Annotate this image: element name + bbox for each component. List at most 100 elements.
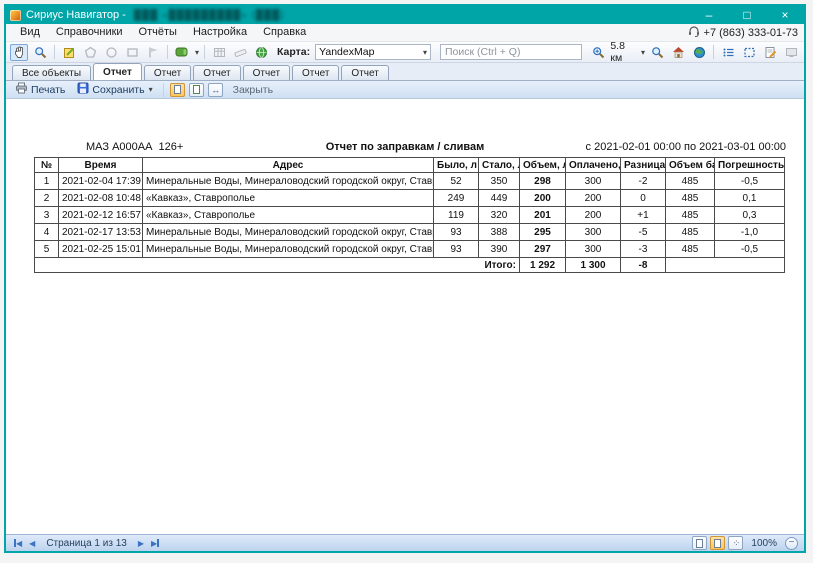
page-icon — [174, 85, 181, 94]
table-row: 52021-02-25 15:01Минеральные Воды, Минер… — [35, 241, 785, 258]
menu-item-4[interactable]: Справка — [255, 24, 314, 41]
ruler-icon[interactable] — [231, 44, 249, 61]
table-cell: 52 — [434, 173, 479, 190]
title-bar: Сириус Навигатор - ███ «█████████» (███)… — [6, 6, 804, 24]
window-title: Сириус Навигатор - — [26, 9, 129, 21]
menu-item-0[interactable]: Вид — [12, 24, 48, 41]
map-scale[interactable]: 5.8 км ▾ — [610, 40, 645, 64]
toolbar-separator — [204, 45, 205, 59]
table-cell: 2021-02-12 16:57 — [59, 207, 143, 224]
first-page-button[interactable]: ◀ — [12, 537, 24, 550]
table-view-icon[interactable] — [210, 44, 228, 61]
rectangle-tool-icon[interactable] — [123, 44, 141, 61]
tab-3[interactable]: Отчет — [193, 65, 240, 80]
page-icon — [696, 539, 703, 548]
menu-item-2[interactable]: Отчёты — [131, 24, 185, 41]
list-icon[interactable] — [719, 44, 737, 61]
column-header: Адрес — [143, 158, 434, 173]
zoom-in-icon[interactable] — [589, 44, 607, 61]
table-cell: 0,3 — [715, 207, 785, 224]
zoom-controls: ⁘ 100% − — [692, 536, 798, 550]
tab-6[interactable]: Отчет — [341, 65, 388, 80]
column-header: Объем, л — [520, 158, 566, 173]
table-cell: 350 — [479, 173, 520, 190]
table-row: 32021-02-12 16:57«Кавказ», Ставрополье11… — [35, 207, 785, 224]
zoom-out-button[interactable]: − — [785, 537, 798, 550]
vehicle-icon[interactable] — [173, 44, 191, 61]
home-icon[interactable] — [669, 44, 687, 61]
printer-icon — [15, 82, 28, 97]
table-cell: 485 — [666, 207, 715, 224]
close-button[interactable]: × — [766, 6, 804, 24]
tab-5[interactable]: Отчет — [292, 65, 339, 80]
pan-tool-icon[interactable] — [10, 44, 28, 61]
table-cell: -0,5 — [715, 241, 785, 258]
view-fit-page-button[interactable] — [189, 83, 204, 97]
prev-page-button[interactable]: ◀ — [27, 537, 37, 550]
view-single-page-button[interactable] — [170, 83, 185, 97]
column-header: Оплачено, л — [566, 158, 621, 173]
table-cell: 2 — [35, 190, 59, 207]
table-row: 42021-02-17 13:53Минеральные Воды, Минер… — [35, 224, 785, 241]
globe-refresh-icon[interactable] — [252, 44, 270, 61]
column-header: Стало, л — [479, 158, 520, 173]
layout-single-button[interactable] — [692, 536, 707, 550]
tab-0[interactable]: Все объекты — [12, 65, 91, 80]
circle-tool-icon[interactable] — [102, 44, 120, 61]
save-label: Сохранить — [92, 84, 144, 96]
layout-fit-button[interactable] — [710, 536, 725, 550]
search-input[interactable] — [440, 44, 582, 60]
table-cell: -0,5 — [715, 173, 785, 190]
menu-item-1[interactable]: Справочники — [48, 24, 131, 41]
map-select[interactable]: YandexMap ▾ — [315, 44, 431, 60]
menu-item-3[interactable]: Настройка — [185, 24, 255, 41]
next-page-button[interactable]: ▶ — [136, 537, 146, 550]
table-cell: 485 — [666, 224, 715, 241]
column-header: Было, л — [434, 158, 479, 173]
print-button[interactable]: Печать — [11, 81, 69, 98]
table-cell: -1,0 — [715, 224, 785, 241]
report-table: №ВремяАдресБыло, лСтало, лОбъем, лОплаче… — [34, 157, 785, 273]
flag-tool-icon[interactable] — [144, 44, 162, 61]
tab-bar: Все объектыОтчетОтчетОтчетОтчетОтчетОтче… — [6, 63, 804, 81]
table-cell: 388 — [479, 224, 520, 241]
report-page: МАЗ А000АА 126+ Отчет по заправкам / сли… — [6, 99, 804, 534]
edit-geozone-icon[interactable] — [60, 44, 78, 61]
polygon-tool-icon[interactable] — [81, 44, 99, 61]
tab-2[interactable]: Отчет — [144, 65, 191, 80]
view-fit-width-button[interactable]: ↔ — [208, 83, 223, 97]
tab-1-active[interactable]: Отчет — [93, 63, 142, 80]
table-cell: 485 — [666, 241, 715, 258]
last-page-button[interactable]: ▶ — [149, 537, 161, 550]
table-cell: 449 — [479, 190, 520, 207]
tab-4[interactable]: Отчет — [243, 65, 290, 80]
table-cell: -2 — [621, 173, 666, 190]
maximize-button[interactable]: □ — [728, 6, 766, 24]
app-icon — [10, 10, 21, 21]
minimize-button[interactable]: – — [690, 6, 728, 24]
window-title-redacted: ███ «█████████» (███) — [134, 10, 285, 21]
table-cell: 485 — [666, 190, 715, 207]
layout-multi-button[interactable]: ⁘ — [728, 536, 743, 550]
monitor-icon[interactable] — [782, 44, 800, 61]
toolbar-separator — [54, 45, 55, 59]
save-dropdown-arrow[interactable]: ▾ — [149, 85, 153, 94]
toolbar-separator — [163, 83, 164, 97]
save-button[interactable]: Сохранить ▾ — [73, 81, 156, 98]
map-label: Карта: — [277, 46, 310, 58]
globe-icon[interactable] — [690, 44, 708, 61]
page-indicator: Страница 1 из 13 — [40, 538, 133, 549]
menu-bar: ВидСправочникиОтчётыНастройкаСправка +7 … — [6, 24, 804, 42]
table-cell: +1 — [621, 207, 666, 224]
window-controls: – □ × — [690, 6, 804, 24]
map-select-value: YandexMap — [319, 46, 374, 58]
report-period: с 2021-02-01 00:00 по 2021-03-01 00:00 — [586, 141, 786, 153]
zoom-tool-icon[interactable] — [31, 44, 49, 61]
edit-report-icon[interactable] — [761, 44, 779, 61]
close-report-button[interactable]: Закрыть — [233, 84, 273, 96]
app-window: Сириус Навигатор - ███ «█████████» (███)… — [4, 4, 806, 553]
table-cell: 2021-02-17 13:53 — [59, 224, 143, 241]
select-area-icon[interactable] — [740, 44, 758, 61]
zoom-search-icon[interactable] — [648, 44, 666, 61]
vehicle-dropdown-arrow[interactable]: ▾ — [195, 48, 199, 57]
